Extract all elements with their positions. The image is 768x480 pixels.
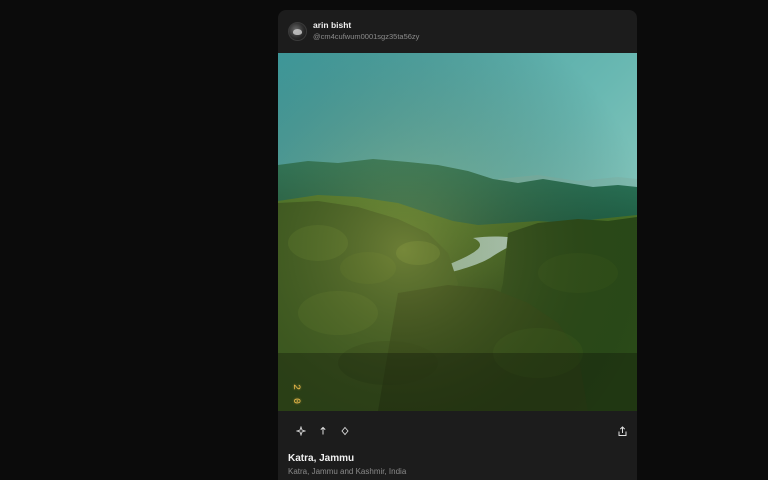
diamond-icon[interactable] [338, 424, 352, 438]
share-icon[interactable] [615, 424, 629, 438]
location-title[interactable]: Katra, Jammu [288, 453, 637, 464]
sparkle-icon[interactable] [294, 424, 308, 438]
caption: Katra, Jammu Katra, Jammu and Kashmir, I… [278, 453, 637, 476]
location-subtitle: Katra, Jammu and Kashmir, India [288, 467, 407, 476]
user-meta: arin bisht @cm4cufwum0001sgz35ta56zy [313, 21, 419, 41]
avatar[interactable] [288, 22, 307, 41]
post-card: arin bisht @cm4cufwum0001sgz35ta56zy 2 0… [278, 10, 637, 480]
landscape-image [278, 53, 637, 411]
author-name[interactable]: arin bisht [313, 21, 419, 31]
author-handle: @cm4cufwum0001sgz35ta56zy [313, 32, 420, 42]
page: arin bisht @cm4cufwum0001sgz35ta56zy 2 0… [0, 0, 768, 480]
post-photo[interactable]: 2 0 [278, 53, 637, 411]
arrow-up-icon[interactable] [316, 424, 330, 438]
post-header: arin bisht @cm4cufwum0001sgz35ta56zy [278, 10, 637, 53]
film-date-stamp: 2 0 [290, 384, 301, 406]
action-bar [278, 411, 637, 451]
